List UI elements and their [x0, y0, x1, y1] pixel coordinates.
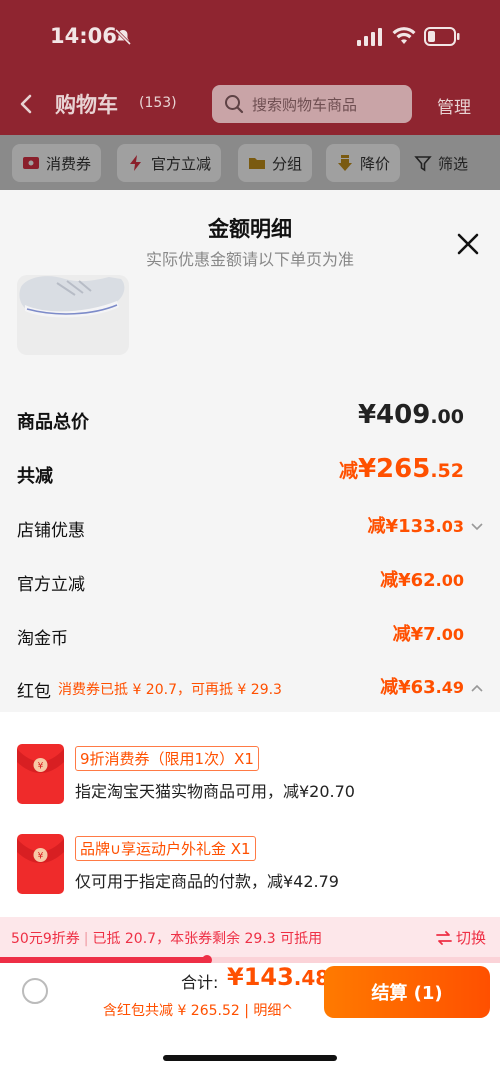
coupon-item: ¥ 品牌∪享运动户外礼金 X1 仅可用于指定商品的付款，减¥42.79 [0, 834, 500, 904]
lightning-icon [130, 155, 141, 171]
chevron-up-icon[interactable] [470, 681, 484, 695]
divider: | [83, 931, 89, 947]
total-price-value: ¥409.00 [358, 400, 464, 430]
switch-coupon-button[interactable]: 切换 [436, 927, 486, 948]
checkout-button[interactable]: 结算 (1) [324, 966, 490, 1018]
product-thumbnail[interactable] [17, 275, 129, 355]
filter-chip-label: 消费券 [46, 154, 92, 173]
row-shop-discount[interactable]: 店铺优惠 减¥133.03 [0, 508, 500, 548]
filter-chip-official-discount[interactable]: 官方立减 [117, 144, 222, 182]
price-cents: .52 [430, 460, 464, 482]
sheet-title: 金额明细 [208, 217, 292, 241]
svg-text:¥: ¥ [38, 852, 44, 862]
svg-text:¥: ¥ [38, 762, 44, 772]
page-title: 购物车 [55, 93, 118, 117]
currency-symbol: ¥ [357, 400, 377, 430]
coupon-description: 仅可用于指定商品的付款，减¥42.79 [75, 872, 339, 891]
amount-detail-sheet: 金额明细 实际优惠金额请以下单页为准 商品总价 ¥409.00 共减 减¥265… [0, 190, 500, 1083]
swap-arrows-icon [436, 930, 452, 945]
sum-value: ¥143.48 [227, 963, 329, 991]
home-indicator [163, 1055, 337, 1061]
filter-chip-label: 降价 [360, 154, 391, 173]
row-label: 官方立减 [17, 575, 85, 595]
value-cents: .49 [435, 678, 464, 697]
value-main: 减¥63 [380, 677, 436, 698]
battery-icon [424, 27, 460, 46]
checkout-footer: 合计: ¥143.48 含红包共减 ¥ 265.52 | 明细^ 结算 (1) [0, 963, 500, 1083]
cart-nav-bar: 购物车 (153) 搜索购物车商品 管理 [0, 85, 500, 125]
taojinbi-value: 减¥7.00 [393, 620, 464, 646]
select-all-radio[interactable] [22, 978, 48, 1004]
shop-discount-value: 减¥133.03 [368, 512, 464, 538]
close-icon[interactable] [454, 230, 482, 258]
row-label: 店铺优惠 [17, 521, 85, 541]
back-arrow-icon[interactable] [18, 93, 34, 115]
row-label: 红包 [17, 682, 51, 702]
filter-chip-group[interactable]: 分组 [238, 144, 313, 182]
search-input[interactable]: 搜索购物车商品 [212, 85, 412, 123]
row-total-reduction: 共减 减¥265.52 [0, 454, 500, 494]
down-arrow-icon [338, 155, 352, 171]
filter-chip-price-drop[interactable]: 降价 [326, 144, 401, 182]
filter-chip-label: 分组 [272, 154, 303, 173]
coupon-name: 50元9折券 [11, 931, 80, 947]
coupon-description: 指定淘宝天猫实物商品可用，减¥20.70 [75, 782, 355, 801]
value-cents: .00 [435, 571, 464, 590]
red-envelope-icon: ¥ [17, 834, 64, 894]
sneaker-image [19, 276, 125, 318]
folder-icon [249, 158, 265, 169]
manage-button[interactable]: 管理 [437, 93, 471, 118]
official-discount-value: 减¥62.00 [380, 566, 464, 592]
coupon-usage-text: 50元9折券 | 已抵 20.7，本张券剩余 29.3 可抵用 [11, 928, 322, 948]
value-cents: .00 [435, 625, 464, 644]
ticket-icon [23, 157, 39, 169]
wifi-icon [392, 27, 416, 44]
coupon-tag: 9折消费券（限用1次）X1 [75, 746, 259, 771]
currency-symbol: ¥ [357, 454, 377, 484]
price-main: 409 [376, 400, 431, 430]
value-cents: .03 [435, 517, 464, 536]
status-bar: 14:06 [0, 22, 500, 54]
filter-chip-label: 筛选 [438, 154, 469, 173]
coupon-usage-detail: 已抵 20.7，本张券剩余 29.3 可抵用 [92, 931, 323, 947]
total-reduction-value: 减¥265.52 [339, 454, 464, 484]
switch-label: 切换 [456, 929, 487, 947]
sum-label: 合计: [181, 973, 219, 992]
search-placeholder: 搜索购物车商品 [252, 96, 358, 114]
mute-bell-icon [114, 28, 132, 46]
coupon-usage-bar: 50元9折券 | 已抵 20.7，本张券剩余 29.3 可抵用 切换 [0, 917, 500, 957]
cart-count: (153) [139, 95, 177, 111]
sum-detail-link[interactable]: 含红包共减 ¥ 265.52 | 明细^ [103, 1000, 293, 1020]
red-packet-note: 消费券已抵 ¥ 20.7，可再抵 ¥ 29.3 [58, 682, 282, 698]
sheet-subtitle: 实际优惠金额请以下单页为准 [145, 250, 354, 269]
sum-main: ¥143 [227, 963, 294, 991]
row-taojinbi: 淘金币 减¥7.00 [0, 616, 500, 656]
funnel-icon [414, 156, 432, 172]
value-main: 减¥7 [392, 624, 436, 645]
chevron-down-icon[interactable] [470, 520, 484, 534]
price-main: 265 [376, 454, 431, 484]
red-packet-value: 减¥63.49 [380, 673, 464, 699]
value-main: 减¥62 [380, 570, 436, 591]
filter-bar: 消费券 官方立减 分组 降价 筛选 [0, 135, 500, 190]
filter-chip-filter[interactable]: 筛选 [410, 144, 472, 182]
reduce-prefix: 减 [338, 460, 358, 482]
price-cents: .00 [430, 406, 464, 428]
value-main: 减¥133 [367, 516, 436, 537]
row-label: 共减 [17, 466, 53, 487]
coupon-item: ¥ 9折消费券（限用1次）X1 指定淘宝天猫实物商品可用，减¥20.70 [0, 744, 500, 814]
signal-icon [357, 28, 382, 46]
filter-chip-coupons[interactable]: 消费券 [12, 144, 102, 182]
row-red-packet[interactable]: 红包 消费券已抵 ¥ 20.7，可再抵 ¥ 29.3 减¥63.49 [0, 669, 500, 709]
status-time: 14:06 [50, 24, 117, 48]
red-packet-list: ¥ 9折消费券（限用1次）X1 指定淘宝天猫实物商品可用，减¥20.70 ¥ 品… [0, 712, 500, 917]
row-official-discount: 官方立减 减¥62.00 [0, 562, 500, 602]
search-icon [225, 95, 244, 114]
filter-chip-label: 官方立减 [151, 154, 212, 173]
coupon-tag: 品牌∪享运动户外礼金 X1 [75, 836, 256, 861]
row-label: 淘金币 [17, 629, 68, 649]
row-total-price: 商品总价 ¥409.00 [0, 400, 500, 440]
red-envelope-icon: ¥ [17, 744, 64, 804]
row-label: 商品总价 [17, 412, 89, 433]
